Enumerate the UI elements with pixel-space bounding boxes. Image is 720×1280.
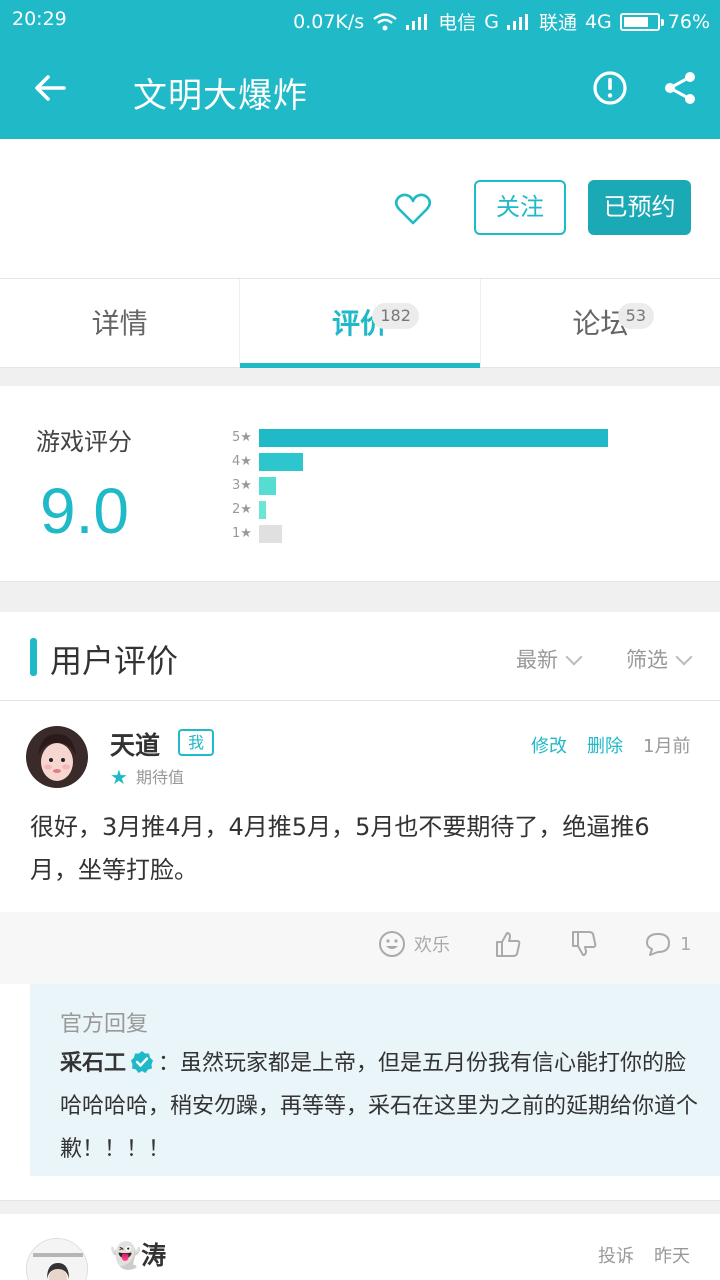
comment-count: 1 <box>680 933 692 955</box>
me-tag: 我 <box>178 729 214 756</box>
reviewer-name[interactable]: 👻涛 <box>110 1236 166 1272</box>
rating-row: 3★ <box>232 474 652 498</box>
rating-row: 4★ <box>232 450 652 474</box>
back-arrow-icon[interactable] <box>30 68 70 108</box>
rating-row-label: 3★ <box>232 478 252 493</box>
section-divider <box>0 1200 720 1214</box>
rating-row-label: 5★ <box>232 430 252 445</box>
review-time: 昨天 <box>654 1246 690 1267</box>
follow-button[interactable]: 关注 <box>474 180 566 235</box>
rating-distribution: 5★ 4★ 3★ 2★ 1★ <box>232 426 652 546</box>
rating-bar <box>259 477 276 495</box>
sort-label: 最新 <box>516 648 558 672</box>
wifi-icon <box>373 12 397 30</box>
forum-count-badge: 53 <box>617 303 655 329</box>
carrier-2: 联通 <box>538 12 577 34</box>
network-type-2: 4G <box>584 10 612 33</box>
page-title: 文明大爆炸 <box>133 76 308 116</box>
tab-bar: 详情 评价 182 论坛 53 <box>0 279 720 368</box>
sort-dropdown[interactable]: 最新 <box>516 644 583 674</box>
star-icon: ★ <box>110 765 128 789</box>
avatar-image <box>27 1239 87 1280</box>
tab-details[interactable]: 详情 <box>0 279 241 367</box>
section-divider <box>0 582 720 612</box>
report-link[interactable]: 投诉 <box>598 1242 634 1268</box>
report-icon[interactable] <box>590 68 630 108</box>
rating-bar <box>259 525 282 543</box>
rating-panel: 游戏评分 9.0 5★ 4★ 3★ 2★ 1★ <box>0 386 720 582</box>
rating-row: 2★ <box>232 498 652 522</box>
official-reply: 官方回复 采石工 ：虽然玩家都是上帝，但是五月份我有信心能打你的脸哈哈哈哈，稍安勿… <box>30 984 720 1176</box>
expectation-label: ★ 期待值 <box>110 764 184 789</box>
rating-row-label: 1★ <box>232 526 252 541</box>
user-reviews-title: 用户评价 <box>50 642 179 680</box>
chevron-down-icon <box>675 648 693 666</box>
official-reply-body: 采石工 ：虽然玩家都是上帝，但是五月份我有信心能打你的脸哈哈哈哈，稍安勿躁，再等等… <box>60 1042 700 1171</box>
happy-button[interactable]: 欢乐 <box>378 930 450 958</box>
rating-bar <box>259 429 608 447</box>
official-reply-text: ：虽然玩家都是上帝，但是五月份我有信心能打你的脸哈哈哈哈，稍安勿躁，再等等，采石… <box>60 1051 699 1162</box>
rating-score: 9.0 <box>40 475 129 547</box>
network-speed: 0.07K/s <box>293 10 365 33</box>
avatar-image <box>26 726 88 788</box>
status-bar: 20:29 0.07K/s 电信 G 联通 4G 76% <box>0 0 720 38</box>
signal-icon <box>506 13 531 30</box>
tab-reviews[interactable]: 评价 182 <box>240 279 481 368</box>
network-type-1: G <box>484 10 499 33</box>
section-marker <box>30 638 37 676</box>
rating-bar <box>259 501 266 519</box>
thumbs-up-icon <box>496 932 521 957</box>
avatar[interactable] <box>26 726 88 788</box>
like-button[interactable] <box>494 930 522 958</box>
heart-icon[interactable] <box>394 190 432 228</box>
rating-label: 游戏评分 <box>36 428 132 456</box>
smile-icon <box>379 931 405 957</box>
edit-link[interactable]: 修改 <box>531 732 567 758</box>
rating-row: 5★ <box>232 426 652 450</box>
status-indicators: 0.07K/s 电信 G 联通 4G 76% <box>293 8 710 35</box>
official-author[interactable]: 采石工 <box>60 1051 126 1076</box>
section-divider <box>0 368 720 386</box>
official-reply-header: 官方回复 <box>60 1012 149 1037</box>
dislike-button[interactable] <box>570 930 598 958</box>
expectation-text: 期待值 <box>135 768 184 787</box>
share-icon[interactable] <box>660 68 700 108</box>
rating-bar <box>259 453 303 471</box>
chevron-down-icon <box>565 648 583 666</box>
battery-percent: 76% <box>667 10 710 33</box>
review-time: 1月前 <box>643 736 691 757</box>
reserved-button[interactable]: 已预约 <box>588 180 691 235</box>
tab-forum[interactable]: 论坛 53 <box>481 279 720 367</box>
review-content: 很好，3月推4月，4月推5月，5月也不要期待了，绝逼推6月，坐等打脸。 <box>30 813 650 884</box>
battery-fill <box>623 16 649 27</box>
delete-link[interactable]: 删除 <box>587 732 623 758</box>
review-toolbar: 欢乐 1 <box>0 912 720 984</box>
status-time: 20:29 <box>12 8 67 30</box>
verified-icon <box>131 1051 154 1073</box>
tab-label: 详情 <box>91 307 148 340</box>
rating-row-label: 4★ <box>232 454 252 469</box>
rating-row: 1★ <box>232 522 652 546</box>
user-reviews-header: 用户评价 最新 筛选 <box>0 612 720 701</box>
signal-icon <box>406 13 430 30</box>
avatar[interactable] <box>26 1238 88 1280</box>
comment-icon <box>646 933 670 956</box>
filter-label: 筛选 <box>626 648 668 672</box>
rating-row-label: 2★ <box>232 502 252 517</box>
reviewer-name[interactable]: 天道 <box>110 726 160 762</box>
comment-button[interactable]: 1 <box>644 930 691 958</box>
thumbs-down-icon <box>572 931 597 956</box>
happy-label: 欢乐 <box>414 935 450 956</box>
battery-icon <box>619 12 664 31</box>
filter-dropdown[interactable]: 筛选 <box>626 644 693 674</box>
app-bar: 文明大爆炸 <box>0 38 720 139</box>
review-count-badge: 182 <box>372 303 419 329</box>
carrier-1: 电信 <box>438 12 477 34</box>
